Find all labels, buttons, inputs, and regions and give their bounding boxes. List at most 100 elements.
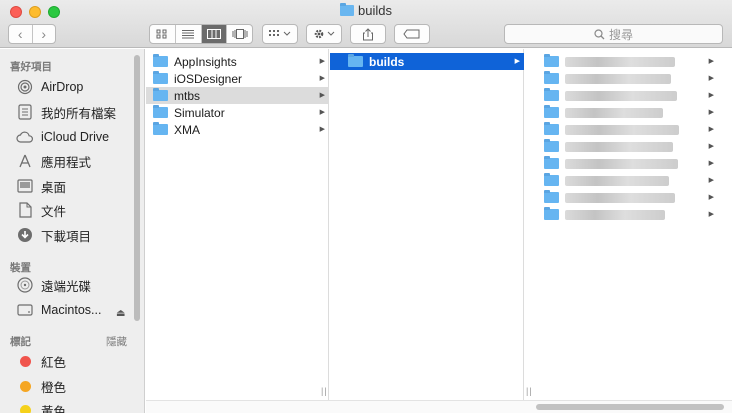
tags-hide-link[interactable]: 隱藏	[106, 334, 127, 349]
sidebar: 喜好項目 AirDrop 我的所有檔案 iCloud Drive 應用程式 桌面…	[0, 49, 145, 413]
folder-icon	[348, 54, 363, 67]
desktop-icon	[16, 178, 34, 194]
folder-icon	[544, 156, 559, 169]
column-view-button[interactable]	[200, 25, 227, 43]
list-item[interactable]: iOSDesigner ▶	[146, 70, 329, 87]
sidebar-item-all-files[interactable]: 我的所有檔案	[16, 102, 134, 122]
list-item[interactable]: ▶	[537, 189, 718, 206]
hard-drive-icon	[16, 302, 34, 318]
horizontal-scrollbar[interactable]	[536, 404, 724, 410]
arrange-button[interactable]	[262, 24, 298, 44]
sidebar-item-label: Macintos...	[41, 303, 102, 317]
list-item[interactable]: XMA ▶	[146, 121, 329, 138]
sidebar-item-tag-red[interactable]: 紅色	[16, 351, 134, 371]
sidebar-item-tag-yellow[interactable]: 黃色	[16, 400, 134, 413]
favorites-header: 喜好項目	[10, 61, 52, 73]
airdrop-icon	[16, 79, 34, 95]
disclosure-arrow-icon: ▶	[319, 109, 325, 116]
column-1: AppInsights ▶ iOSDesigner ▶ mtbs ▶ Simul…	[146, 49, 329, 400]
icon-view-button[interactable]	[150, 25, 175, 43]
back-button[interactable]: ‹	[9, 25, 32, 43]
list-item[interactable]: ▶	[537, 121, 718, 138]
list-item[interactable]: ▶	[537, 172, 718, 189]
eject-icon[interactable]: ⏏	[116, 308, 125, 319]
list-item[interactable]: ▶	[537, 104, 718, 121]
disclosure-arrow-icon: ▶	[708, 58, 714, 65]
list-item[interactable]: ▶	[537, 138, 718, 155]
folder-icon	[544, 190, 559, 203]
folder-icon	[544, 207, 559, 220]
tags-header: 標記	[10, 336, 31, 348]
devices-header: 裝置	[10, 262, 31, 274]
column-2: builds ▶ ||	[330, 49, 532, 400]
sidebar-item-documents[interactable]: 文件	[16, 200, 134, 220]
list-item[interactable]: Simulator ▶	[146, 104, 329, 121]
sidebar-item-airdrop[interactable]: AirDrop	[16, 77, 134, 97]
sidebar-item-icloud-drive[interactable]: iCloud Drive	[16, 127, 134, 147]
list-item[interactable]: ▶	[537, 155, 718, 172]
blurred-name	[565, 56, 675, 67]
sidebar-item-tag-orange[interactable]: 橙色	[16, 376, 134, 396]
search-field[interactable]: 搜尋	[504, 24, 723, 44]
list-item[interactable]: ▶	[537, 87, 718, 104]
blurred-name	[565, 124, 679, 135]
cloud-icon	[16, 129, 34, 145]
sidebar-item-remote-disc[interactable]: 遠端光碟	[16, 275, 134, 295]
blurred-name	[565, 141, 673, 152]
share-button[interactable]	[350, 24, 386, 44]
column-view-icon	[206, 29, 221, 39]
disclosure-arrow-icon: ▶	[708, 143, 714, 150]
list-view-button[interactable]	[174, 25, 201, 43]
search-icon	[594, 28, 605, 39]
list-item[interactable]: ▶	[537, 53, 718, 70]
forward-button[interactable]: ›	[31, 25, 56, 43]
sidebar-item-label: 文件	[41, 204, 67, 219]
column-resize-handle[interactable]: ||	[526, 386, 533, 396]
list-item[interactable]: AppInsights ▶	[146, 53, 329, 70]
red-tag-icon	[16, 353, 34, 369]
blurred-name	[565, 209, 665, 220]
list-item[interactable]: ▶	[537, 206, 718, 223]
folder-name: builds	[369, 54, 405, 69]
disclosure-arrow-icon: ▶	[319, 92, 325, 99]
folder-icon	[544, 139, 559, 152]
disclosure-arrow-icon: ▶	[708, 194, 714, 201]
chevron-left-icon: ‹	[17, 26, 23, 42]
disclosure-arrow-icon: ▶	[708, 75, 714, 82]
sidebar-item-label: 橙色	[41, 380, 67, 395]
sidebar-scrollbar[interactable]	[134, 55, 140, 321]
search-placeholder: 搜尋	[608, 27, 633, 42]
folder-name: mtbs	[174, 88, 201, 103]
disclosure-arrow-icon: ▶	[319, 75, 325, 82]
sidebar-item-label: 桌面	[41, 180, 67, 195]
disclosure-arrow-icon: ▶	[708, 109, 714, 116]
blurred-name	[565, 158, 678, 169]
sidebar-item-label: iCloud Drive	[41, 130, 110, 144]
sidebar-item-label: 紅色	[41, 355, 67, 370]
tag-button[interactable]	[394, 24, 430, 44]
list-item-selected[interactable]: builds ▶	[330, 53, 524, 70]
folder-icon	[544, 71, 559, 84]
folder-icon	[544, 105, 559, 118]
horizontal-scroll-area	[146, 400, 732, 413]
blurred-name	[565, 107, 663, 118]
sidebar-item-desktop[interactable]: 桌面	[16, 176, 134, 196]
arrange-icon	[269, 30, 291, 36]
coverflow-view-icon	[232, 29, 248, 39]
sidebar-item-label: 應用程式	[41, 155, 92, 170]
folder-name: XMA	[174, 122, 201, 137]
title-bar: builds ‹ › 搜尋	[0, 0, 732, 48]
blurred-name	[565, 175, 669, 186]
list-view-icon	[182, 30, 195, 39]
document-icon	[16, 202, 34, 218]
folder-name: iOSDesigner	[174, 71, 243, 86]
chevron-right-icon: ›	[41, 26, 47, 42]
sidebar-item-applications[interactable]: 應用程式	[16, 151, 134, 171]
column-resize-handle[interactable]: ||	[321, 386, 328, 396]
list-item[interactable]: ▶	[537, 70, 718, 87]
sidebar-item-downloads[interactable]: 下載項目	[16, 225, 134, 245]
action-button[interactable]	[306, 24, 342, 44]
folder-icon	[153, 54, 168, 67]
list-item-selected[interactable]: mtbs ▶	[146, 87, 329, 104]
coverflow-view-button[interactable]	[226, 25, 252, 43]
